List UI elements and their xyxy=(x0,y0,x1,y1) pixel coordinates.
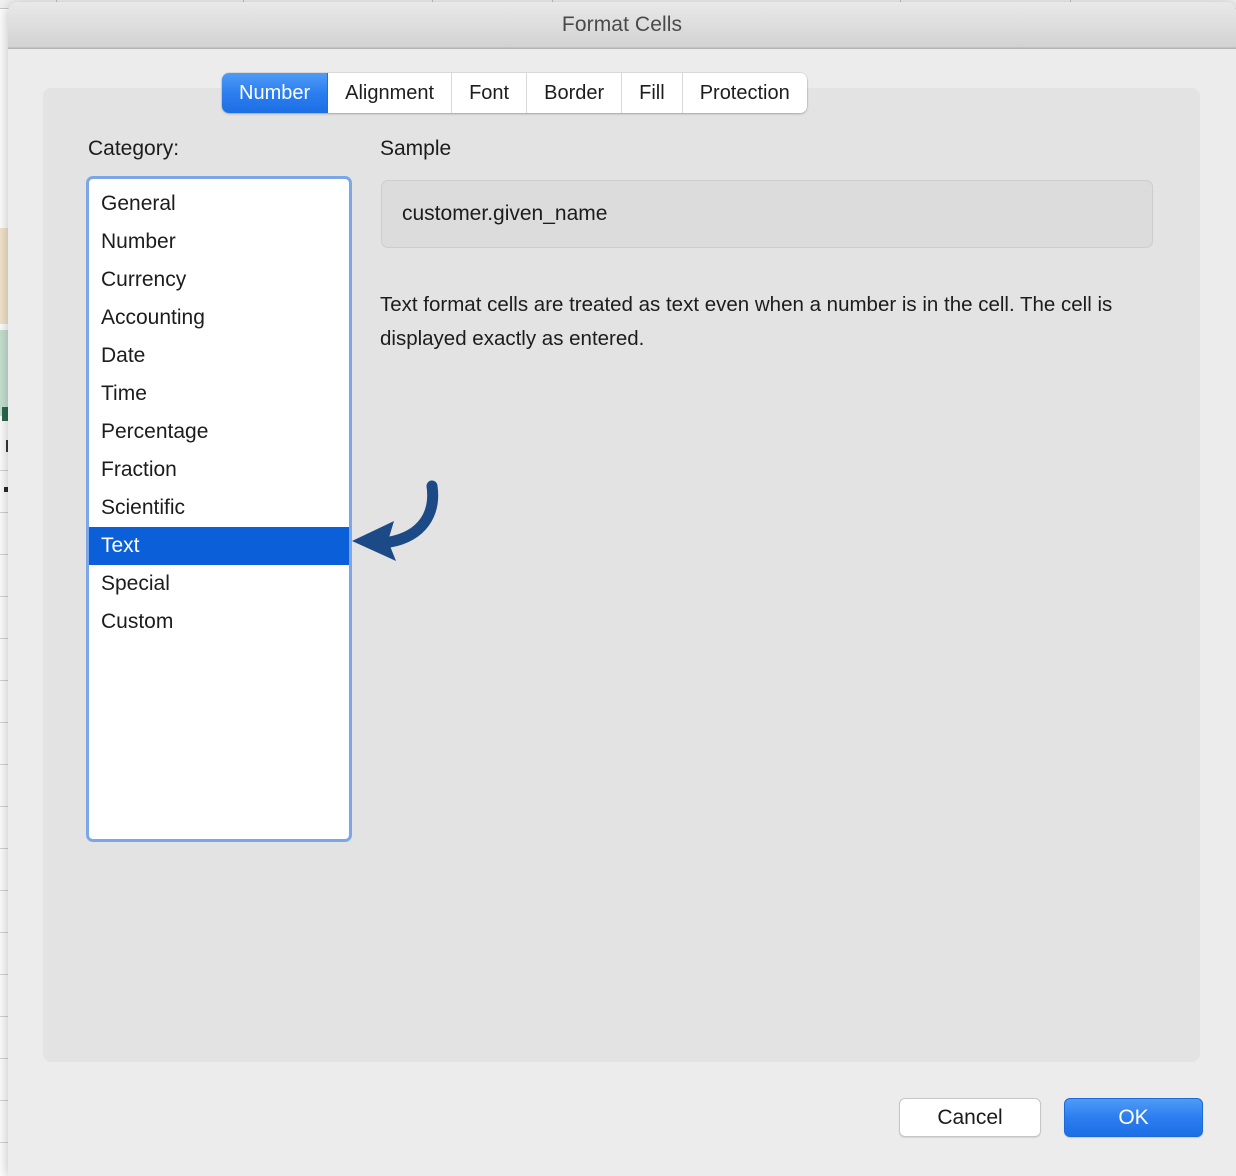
category-item-scientific[interactable]: Scientific xyxy=(89,489,349,527)
category-label: Category: xyxy=(88,137,180,160)
category-item-fraction[interactable]: Fraction xyxy=(89,451,349,489)
tab-protection[interactable]: Protection xyxy=(682,73,807,113)
category-listbox[interactable]: General Number Currency Accounting Date … xyxy=(86,176,352,842)
category-list: General Number Currency Accounting Date … xyxy=(89,185,349,641)
sample-value: customer.given_name xyxy=(402,202,608,225)
category-item-percentage[interactable]: Percentage xyxy=(89,413,349,451)
tab-font[interactable]: Font xyxy=(452,73,528,113)
tab-number[interactable]: Number xyxy=(222,73,329,113)
tab-alignment[interactable]: Alignment xyxy=(328,73,453,113)
category-item-general[interactable]: General xyxy=(89,185,349,223)
category-item-currency[interactable]: Currency xyxy=(89,261,349,299)
category-item-number[interactable]: Number xyxy=(89,223,349,261)
format-cells-dialog: Format Cells Number Alignment Font Borde… xyxy=(8,2,1236,1176)
category-item-accounting[interactable]: Accounting xyxy=(89,299,349,337)
dialog-titlebar[interactable]: Format Cells xyxy=(8,2,1236,49)
category-item-text[interactable]: Text xyxy=(89,527,349,565)
ok-button[interactable]: OK xyxy=(1064,1098,1203,1137)
tab-fill[interactable]: Fill xyxy=(622,73,683,113)
category-item-custom[interactable]: Custom xyxy=(89,603,349,641)
tab-border[interactable]: Border xyxy=(527,73,623,113)
cancel-button[interactable]: Cancel xyxy=(899,1098,1041,1137)
sample-box: customer.given_name xyxy=(381,180,1153,248)
category-item-special[interactable]: Special xyxy=(89,565,349,603)
format-description: Text format cells are treated as text ev… xyxy=(380,293,1113,350)
category-item-time[interactable]: Time xyxy=(89,375,349,413)
tab-bar: Number Alignment Font Border Fill Protec… xyxy=(222,73,807,113)
dialog-title: Format Cells xyxy=(561,13,683,36)
sample-label: Sample xyxy=(380,137,452,160)
category-item-date[interactable]: Date xyxy=(89,337,349,375)
